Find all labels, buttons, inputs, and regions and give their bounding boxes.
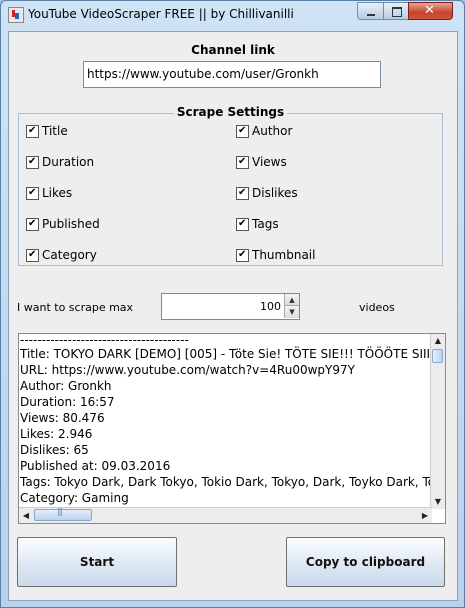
- output-line: Tags: Tokyo Dark, Dark Tokyo, Tokio Dark…: [20, 475, 431, 489]
- scroll-left-icon[interactable]: ◀: [19, 508, 33, 523]
- app-window: YouTube VideoScraper FREE || by Chilliva…: [0, 0, 465, 608]
- horizontal-scrollbar[interactable]: ◀ ▶: [19, 507, 432, 523]
- app-icon: [8, 7, 24, 23]
- check-icon: [26, 124, 39, 138]
- check-icon: [26, 186, 39, 200]
- scroll-up-icon[interactable]: ▲: [431, 334, 445, 348]
- check-icon: [236, 217, 249, 231]
- vertical-scrollbar[interactable]: ▲ ▼: [430, 334, 445, 509]
- output-line: Author: Gronkh: [20, 379, 112, 393]
- output-text: --------------------------------------- T…: [19, 334, 431, 506]
- vertical-scroll-thumb[interactable]: [432, 349, 443, 363]
- start-button[interactable]: Start: [17, 537, 177, 587]
- title-bar[interactable]: YouTube VideoScraper FREE || by Chilliva…: [1, 1, 464, 29]
- output-line: Duration: 16:57: [20, 395, 115, 409]
- check-icon: [26, 155, 39, 169]
- check-icon: [236, 155, 249, 169]
- channel-link-title: Channel link: [188, 43, 278, 57]
- horizontal-scroll-thumb[interactable]: [34, 507, 92, 521]
- output-line: Dislikes: 65: [20, 443, 89, 457]
- output-line: Published at: 09.03.2016: [20, 459, 171, 473]
- close-button[interactable]: [408, 2, 453, 20]
- scrape-settings-group: Scrape Settings Title Duration Likes Pub…: [18, 105, 443, 266]
- check-icon: [236, 186, 249, 200]
- spinner-down-icon[interactable]: ▼: [284, 306, 299, 318]
- output-line: Views: 80.476: [20, 411, 105, 425]
- output-line: Likes: 2.946: [20, 427, 93, 441]
- scrape-settings-title: Scrape Settings: [173, 105, 288, 119]
- copy-to-clipboard-button[interactable]: Copy to clipboard: [286, 537, 445, 587]
- channel-url-input[interactable]: https://www.youtube.com/user/Gronkh: [83, 61, 381, 88]
- max-videos-spinner[interactable]: 100 ▲ ▼: [161, 293, 300, 320]
- check-icon: [236, 248, 249, 262]
- minimize-button[interactable]: [357, 2, 384, 20]
- spinner-up-icon[interactable]: ▲: [284, 294, 299, 306]
- scroll-down-icon[interactable]: ▼: [431, 495, 445, 509]
- output-line: URL: https://www.youtube.com/watch?v=4Ru…: [20, 363, 355, 377]
- window-title: YouTube VideoScraper FREE || by Chilliva…: [28, 7, 294, 21]
- check-icon: [236, 124, 249, 138]
- max-videos-value[interactable]: 100: [260, 300, 281, 313]
- check-icon: [26, 248, 39, 262]
- output-line: Category: Gaming: [20, 491, 129, 505]
- scroll-right-icon[interactable]: ▶: [418, 508, 432, 523]
- videos-label: videos: [359, 301, 395, 314]
- output-line: ---------------------------------------: [20, 334, 189, 347]
- maximize-button[interactable]: [383, 2, 409, 20]
- output-line: Title: TOKYO DARK [DEMO] [005] - Töte Si…: [20, 347, 431, 361]
- client-area: Channel link https://www.youtube.com/use…: [8, 31, 458, 601]
- check-icon: [26, 217, 39, 231]
- max-label: I want to scrape max: [17, 301, 134, 314]
- output-textarea[interactable]: --------------------------------------- T…: [18, 333, 446, 524]
- channel-link-group: Channel link https://www.youtube.com/use…: [8, 43, 458, 102]
